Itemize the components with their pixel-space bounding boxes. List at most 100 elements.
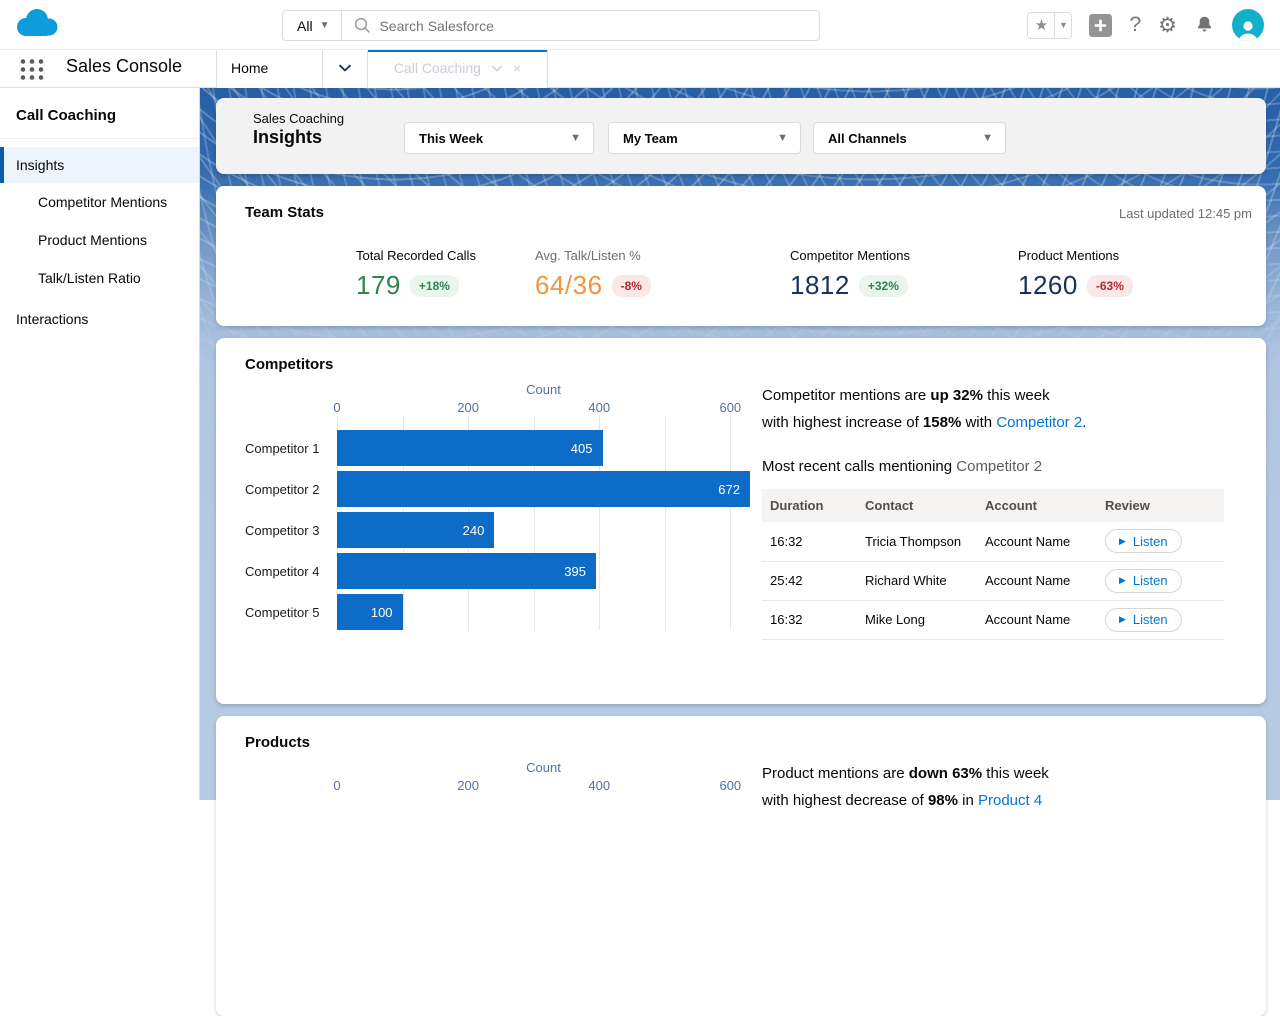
x-axis-ticks: 0200400600 (337, 778, 750, 798)
stat-delta-badge: +18% (410, 275, 459, 297)
category-label: Competitor 2 (245, 482, 337, 497)
app-launcher-icon[interactable] (19, 57, 45, 82)
bar-row-competitor-5: Competitor 5100 (245, 594, 750, 630)
category-label: Competitor 3 (245, 523, 337, 538)
listen-button[interactable]: ▶Listen (1105, 608, 1182, 632)
bar-row-competitor-3: Competitor 3240 (245, 512, 750, 548)
sidebar-nav: InsightsCompetitor MentionsProduct Menti… (0, 147, 199, 337)
tab-home-label: Home (231, 60, 268, 76)
x-tick-400: 400 (588, 400, 610, 415)
sidebar-item-interactions[interactable]: Interactions (0, 301, 199, 337)
x-tick-600: 600 (719, 778, 741, 793)
search-icon (354, 17, 371, 34)
bar-track: 395 (337, 553, 750, 589)
setup-gear-icon[interactable]: ⚙ (1158, 13, 1177, 38)
close-tab-icon[interactable]: × (513, 60, 521, 76)
page-title: Insights (253, 127, 344, 148)
quick-add-icon[interactable] (1089, 14, 1112, 37)
play-icon: ▶ (1119, 575, 1126, 586)
user-avatar[interactable] (1232, 9, 1264, 41)
listen-button[interactable]: ▶Listen (1105, 529, 1182, 553)
team-dropdown[interactable]: My Team ▼ (608, 122, 801, 154)
stat-product-mentions: Product Mentions 1260 -63% (1018, 248, 1133, 301)
tab-home-dropdown[interactable] (322, 47, 368, 88)
play-icon: ▶ (1119, 614, 1126, 625)
cell-duration: 25:42 (762, 561, 857, 600)
recent-calls-table: DurationContactAccountReview 16:32Tricia… (762, 489, 1224, 640)
team-value: My Team (623, 131, 678, 146)
bar-row-competitor-1: Competitor 1405 (245, 430, 750, 466)
sidebar-item-talk-listen-ratio[interactable]: Talk/Listen Ratio (0, 259, 199, 297)
competitors-chart: Count 0200400600 Competitor 1405Competit… (245, 382, 750, 635)
stat-value: 1812 (790, 270, 850, 301)
category-label: Competitor 4 (245, 564, 337, 579)
cell-contact: Tricia Thompson (857, 522, 977, 561)
cell-contact: Richard White (857, 561, 977, 600)
bar-track: 240 (337, 512, 750, 548)
competitor-insight-line-2: with highest increase of 158% with Compe… (762, 409, 1228, 436)
chevron-down-icon: ▼ (320, 20, 330, 31)
help-icon[interactable]: ? (1129, 13, 1141, 37)
products-chart: Count 0200400600 (245, 760, 750, 804)
stat-label: Competitor Mentions (790, 248, 910, 263)
channels-dropdown[interactable]: All Channels ▼ (813, 122, 1006, 154)
chevron-down-icon[interactable] (491, 65, 503, 72)
stat-label: Total Recorded Calls (356, 248, 476, 263)
favorites-control: ★ ▼ (1027, 12, 1072, 39)
search-scope-label: All (297, 18, 313, 34)
search-input[interactable] (379, 18, 819, 34)
bar-row-competitor-2: Competitor 2672 (245, 471, 750, 507)
notifications-bell-icon[interactable] (1194, 14, 1215, 36)
chevron-down-icon: ▼ (777, 132, 788, 144)
chevron-down-icon (338, 64, 352, 72)
table-row: 16:32Mike LongAccount Name▶Listen (762, 600, 1224, 639)
salesforce-cloud-logo[interactable] (13, 7, 59, 41)
tab-call-coaching-label: Call Coaching (394, 60, 481, 76)
recent-calls-heading: Most recent calls mentioning Competitor … (762, 458, 1228, 475)
column-header-account: Account (977, 489, 1097, 522)
team-stats-card: Team Stats Last updated 12:45 pm Total R… (216, 186, 1266, 326)
bar-competitor-5: 100 (337, 594, 403, 630)
favorites-star-icon[interactable]: ★ (1028, 13, 1054, 38)
timeframe-dropdown[interactable]: This Week ▼ (404, 122, 594, 154)
stat-delta-badge: -63% (1087, 275, 1133, 297)
listen-button[interactable]: ▶Listen (1105, 569, 1182, 593)
bar-track: 405 (337, 430, 750, 466)
x-tick-200: 200 (457, 400, 479, 415)
cell-account: Account Name (977, 600, 1097, 639)
insights-filter-bar: Sales Coaching Insights This Week ▼ My T… (216, 98, 1266, 174)
main-content: Sales Coaching Insights This Week ▼ My T… (200, 88, 1280, 800)
stat-label: Product Mentions (1018, 248, 1133, 263)
sidebar-item-product-mentions[interactable]: Product Mentions (0, 221, 199, 259)
sidebar-item-competitor-mentions[interactable]: Competitor Mentions (0, 183, 199, 221)
stat-value: 179 (356, 270, 401, 301)
channels-value: All Channels (828, 131, 907, 146)
link-competitor-2[interactable]: Competitor 2 (996, 414, 1082, 431)
bar-row-competitor-4: Competitor 4395 (245, 553, 750, 589)
table-row: 25:42Richard WhiteAccount Name▶Listen (762, 561, 1224, 600)
stat-avg-talk-listen: Avg. Talk/Listen %64/36-8% (535, 248, 651, 301)
category-label: Competitor 1 (245, 441, 337, 456)
link-product-4[interactable]: Product 4 (978, 792, 1042, 809)
competitors-card: Competitors Count 0200400600 Competitor … (216, 338, 1266, 704)
favorites-caret-icon[interactable]: ▼ (1054, 13, 1071, 38)
search-scope-selector[interactable]: All ▼ (283, 11, 342, 40)
competitors-title: Competitors (245, 356, 333, 373)
x-axis-title: Count (337, 760, 750, 778)
x-tick-600: 600 (719, 400, 741, 415)
sidebar-title: Call Coaching (0, 88, 199, 139)
stat-value: 1260 (1018, 270, 1078, 301)
column-header-contact: Contact (857, 489, 977, 522)
console-nav: Sales Console Home Call Coaching × (0, 50, 1280, 88)
product-insight-line-1: Product mentions are down 63% this week (762, 760, 1228, 787)
cell-duration: 16:32 (762, 522, 857, 561)
tab-call-coaching[interactable]: Call Coaching × (368, 47, 548, 88)
global-search: All ▼ (282, 10, 820, 41)
column-header-review: Review (1097, 489, 1224, 522)
sidebar-item-insights[interactable]: Insights (0, 147, 199, 183)
bar-competitor-3: 240 (337, 512, 494, 548)
bar-competitor-2: 672 (337, 471, 750, 507)
stat-value: 64/36 (535, 270, 603, 301)
tab-home[interactable]: Home (216, 47, 322, 88)
global-header: All ▼ ★ ▼ ? ⚙ (0, 0, 1280, 50)
